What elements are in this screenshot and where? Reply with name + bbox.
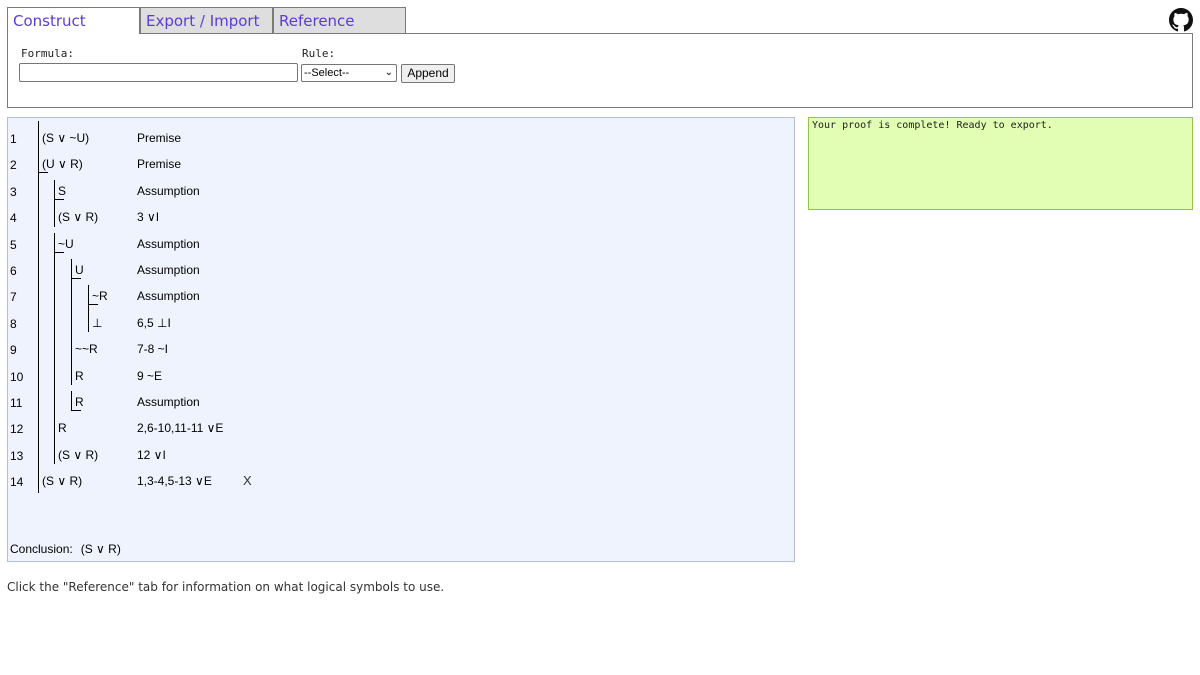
footer-note: Click the "Reference" tab for informatio… (7, 580, 445, 594)
scope-bar (54, 232, 55, 465)
tab-construct[interactable]: Construct (7, 7, 140, 34)
line-number: 7 (10, 290, 17, 305)
scope-bar (71, 391, 72, 412)
chevron-down-icon: ⌄ (384, 67, 393, 78)
line-number: 4 (10, 211, 17, 226)
proof-line: 12 R 2,6-10,11-11 ∨E (8, 415, 788, 441)
tab-reference[interactable]: Reference (273, 7, 406, 33)
proof-line: 9 ~~R 7-8 ~I (8, 336, 788, 362)
line-number: 12 (10, 422, 24, 437)
proof-line: 10 R 9 ~E (8, 363, 788, 389)
github-icon[interactable] (1169, 8, 1193, 32)
assumption-underline (54, 251, 64, 253)
line-formula: ⊥ (92, 315, 103, 330)
assumption-underline (71, 410, 81, 411)
proof-line: 4 (S ∨ R) 3 ∨I (8, 204, 788, 230)
rule-select-value: --Select-- (304, 67, 350, 79)
line-justification: Assumption (137, 183, 200, 198)
line-number: 11 (10, 396, 23, 410)
line-justification: 3 ∨I (137, 210, 160, 225)
line-justification: Assumption (137, 289, 200, 304)
proof-line: 11 R Assumption (8, 389, 788, 415)
proof-line: 7 ~R Assumption (8, 283, 788, 309)
conclusion-value: (S ∨ R) (80, 542, 121, 556)
conclusion-label: Conclusion: (10, 542, 73, 556)
line-formula: S (58, 183, 67, 198)
line-number: 6 (10, 264, 17, 278)
delete-line-mark[interactable]: X (243, 473, 252, 488)
proof-panel: 1 (S ∨ ~U) Premise 2 (U ∨ R) Premise 3 S Assumpt… (7, 117, 795, 562)
line-formula: ~R (92, 289, 108, 304)
scope-bar (88, 285, 89, 333)
tab-export-import[interactable]: Export / Import (140, 7, 273, 33)
line-number: 3 (10, 184, 17, 199)
line-justification: 1,3-4,5-13 ∨E (137, 474, 212, 489)
line-formula: R (75, 368, 84, 383)
line-formula: (S ∨ R) (58, 210, 99, 225)
line-justification: 7-8 ~I (137, 342, 169, 357)
line-formula: ~~R (75, 342, 98, 357)
rule-label: Rule: (302, 47, 336, 60)
proof-line: 6 U Assumption (8, 257, 788, 283)
line-number: 14 (10, 475, 24, 490)
line-formula: R (58, 421, 67, 436)
line-number: 9 (10, 343, 17, 358)
assumption-underline (71, 278, 81, 279)
line-number: 5 (10, 237, 17, 252)
proof-line: 14 (S ∨ R) 1,3-4,5-13 ∨E X (8, 468, 788, 494)
append-button[interactable]: Append (401, 64, 455, 83)
proof-line: 8 ⊥ 6,5 ⊥I (8, 310, 788, 336)
line-number: 8 (10, 316, 17, 331)
rule-select[interactable]: --Select-- ⌄ (301, 64, 397, 82)
line-justification: Premise (137, 157, 182, 172)
status-box: Your proof is complete! Ready to export. (808, 117, 1193, 210)
assumption-underline (54, 198, 64, 200)
line-justification: Premise (137, 131, 182, 145)
formula-label: Formula: (21, 47, 74, 60)
formula-input[interactable] (19, 63, 298, 82)
conclusion: Conclusion: (S ∨ R) (10, 542, 121, 556)
proof-line: 5 ~U Assumption (8, 231, 788, 257)
line-formula: (U ∨ R) (42, 157, 83, 172)
line-formula: (S ∨ R) (58, 447, 99, 462)
line-number: 10 (10, 369, 24, 384)
line-formula: ~U (58, 236, 74, 251)
line-formula: R (75, 395, 84, 409)
line-number: 13 (10, 448, 24, 463)
line-justification: Assumption (137, 395, 200, 409)
line-formula: U (75, 263, 84, 277)
status-message: Your proof is complete! Ready to export. (812, 120, 1053, 131)
line-number: 2 (10, 158, 17, 173)
line-justification: Assumption (137, 263, 200, 277)
proof-line: 13 (S ∨ R) 12 ∨I (8, 442, 788, 468)
assumption-underline (88, 304, 98, 306)
premise-underline (38, 172, 48, 174)
formula-panel: Formula: Rule: --Select-- ⌄ Append (7, 33, 1193, 108)
line-formula: (S ∨ R) (42, 474, 83, 489)
scope-bar (54, 179, 55, 227)
line-justification: 9 ~E (137, 368, 163, 383)
line-justification: Assumption (137, 236, 200, 251)
line-justification: 12 ∨I (137, 447, 166, 462)
line-number: 1 (10, 132, 17, 146)
scope-bar (38, 121, 39, 493)
line-justification: 2,6-10,11-11 ∨E (137, 421, 224, 436)
proof-line: 3 S Assumption (8, 178, 788, 204)
line-justification: 6,5 ⊥I (137, 315, 171, 330)
proof-line: 1 (S ∨ ~U) Premise (8, 125, 788, 151)
proof-line: 2 (U ∨ R) Premise (8, 151, 788, 177)
line-formula: (S ∨ ~U) (42, 131, 90, 145)
